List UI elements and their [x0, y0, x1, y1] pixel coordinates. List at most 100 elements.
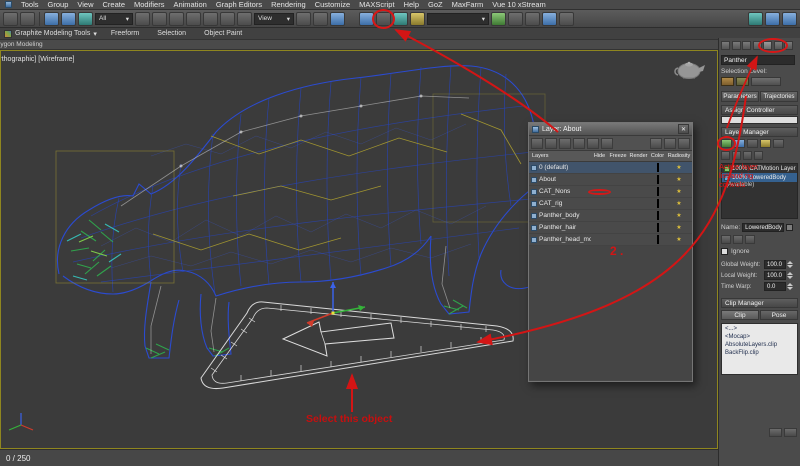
clip-item[interactable]: <...>: [725, 325, 794, 333]
highlight-selected-layer-icon[interactable]: [587, 138, 599, 149]
layer-row[interactable]: About ★: [529, 174, 692, 186]
menu-tools[interactable]: Tools: [21, 0, 39, 9]
global-weight-field[interactable]: 100.0: [764, 260, 786, 269]
hierarchy-tab-icon[interactable]: [742, 41, 751, 50]
col-render[interactable]: Render: [628, 153, 649, 159]
layer-manager-rollout[interactable]: Layer Manager: [721, 127, 798, 137]
extra-tab-icon[interactable]: [784, 41, 793, 50]
unlink-icon[interactable]: [61, 12, 76, 26]
menu-group[interactable]: Group: [48, 0, 69, 9]
redo-icon[interactable]: [20, 12, 35, 26]
assign-controller-rollout[interactable]: Assign Controller: [721, 105, 798, 115]
selection-level-button[interactable]: [751, 77, 781, 86]
menu-graph-editors[interactable]: Graph Editors: [216, 0, 262, 9]
select-link-icon[interactable]: [44, 12, 59, 26]
clip-item[interactable]: <Mocap>: [725, 333, 794, 341]
rel-layer-icon[interactable]: [747, 139, 758, 148]
select-rotate-icon[interactable]: [220, 12, 235, 26]
menu-maxfarm[interactable]: MaxFarm: [452, 0, 484, 9]
catmotion-icon[interactable]: [721, 139, 732, 148]
layer-manager-icon[interactable]: [376, 12, 391, 26]
layer-row[interactable]: CAT_Nons ★: [529, 186, 692, 198]
material-editor-icon[interactable]: [542, 12, 557, 26]
pose-tab[interactable]: Pose: [760, 310, 798, 320]
utilities-tab-icon[interactable]: [774, 41, 783, 50]
object-name-field[interactable]: Panther: [721, 55, 795, 65]
clip-item[interactable]: BackFlip.clip: [725, 349, 794, 357]
display-tab-icon[interactable]: [763, 41, 772, 50]
modify-tab-icon[interactable]: [732, 41, 741, 50]
clip-item[interactable]: AbsoluteLayers.clip: [725, 341, 794, 349]
add-selection-to-layer-icon[interactable]: [559, 138, 571, 149]
selection-level-button[interactable]: [736, 77, 749, 86]
clip-tab[interactable]: Clip: [721, 310, 759, 320]
layer-row[interactable]: Panther_head_mo ★: [529, 234, 692, 246]
radiosity-icon[interactable]: ★: [666, 225, 692, 231]
global-weight-spinner[interactable]: [787, 260, 794, 269]
radiosity-icon[interactable]: ★: [666, 165, 692, 171]
selection-filter-dropdown[interactable]: All▾: [95, 13, 133, 25]
delete-layer-icon[interactable]: [545, 138, 557, 149]
time-warp-field[interactable]: 0.0: [764, 282, 786, 291]
schematic-view-icon[interactable]: [525, 12, 540, 26]
color-swatch[interactable]: [649, 212, 666, 219]
solo-layer-icon[interactable]: [743, 151, 752, 160]
select-object-icon[interactable]: [135, 12, 150, 26]
layer-dialog-titlebar[interactable]: Layer: About ✕: [529, 123, 692, 136]
snap-toggle-icon[interactable]: [330, 12, 345, 26]
open-clip-icon[interactable]: [769, 428, 782, 437]
align-icon[interactable]: [410, 12, 425, 26]
ribbon-title[interactable]: Graphite Modeling Tools ▾: [4, 30, 97, 38]
radiosity-icon[interactable]: ★: [666, 213, 692, 219]
local-weight-spinner[interactable]: [787, 271, 794, 280]
layer-row[interactable]: 0 (default) ★: [529, 162, 692, 174]
select-scale-icon[interactable]: [237, 12, 252, 26]
menu-maxscript[interactable]: MAXScript: [359, 0, 394, 9]
crossing-selection-icon[interactable]: [186, 12, 201, 26]
layer-collapse-icon[interactable]: [745, 235, 755, 244]
parameters-button[interactable]: Parameters: [721, 91, 759, 102]
select-by-name-icon[interactable]: [152, 12, 167, 26]
tab-selection[interactable]: Selection: [153, 30, 190, 37]
color-swatch[interactable]: [649, 164, 666, 171]
paste-icon[interactable]: [664, 138, 676, 149]
new-layer-icon[interactable]: [531, 138, 543, 149]
selection-level-button[interactable]: [721, 77, 734, 86]
hide-all-icon[interactable]: [601, 138, 613, 149]
move-layer-up-icon[interactable]: [721, 151, 730, 160]
radiosity-icon[interactable]: ★: [666, 201, 692, 207]
menu-vue-xstream[interactable]: Vue 10 xStream: [492, 0, 546, 9]
layer-color-swatch[interactable]: [786, 224, 793, 231]
layer-row[interactable]: CAT_rig ★: [529, 198, 692, 210]
radiosity-icon[interactable]: ★: [666, 237, 692, 243]
clip-list[interactable]: <...> <Mocap> AbsoluteLayers.clip BackFl…: [721, 323, 798, 375]
snap-layer-icon[interactable]: [754, 151, 763, 160]
layer-row[interactable]: Panther_hair ★: [529, 222, 692, 234]
save-clip-icon[interactable]: [784, 428, 797, 437]
polygon-modeling-panel[interactable]: Polygon Modeling: [0, 41, 43, 48]
render-production-icon[interactable]: [765, 12, 780, 26]
bind-to-space-warp-icon[interactable]: [78, 12, 93, 26]
trajectories-button[interactable]: Trajectories: [760, 91, 798, 102]
select-move-icon[interactable]: [203, 12, 218, 26]
menu-customize[interactable]: Customize: [315, 0, 350, 9]
col-freeze[interactable]: Freeze: [608, 153, 628, 159]
time-warp-spinner[interactable]: [787, 282, 794, 291]
viewport-label[interactable]: [Orthographic] [Wireframe]: [0, 56, 74, 63]
render-setup-icon[interactable]: [559, 12, 574, 26]
menu-rendering[interactable]: Rendering: [271, 0, 306, 9]
col-layers[interactable]: Layers: [529, 153, 591, 159]
reference-coord-dropdown[interactable]: View▾: [254, 13, 294, 25]
mirror-icon[interactable]: [393, 12, 408, 26]
curve-editor-icon[interactable]: [508, 12, 523, 26]
menu-help[interactable]: Help: [404, 0, 419, 9]
named-selection-sets-combo[interactable]: ▾: [427, 13, 489, 25]
layer-list-item[interactable]: 100% CATMotion Layer: [722, 164, 797, 173]
menu-view[interactable]: View: [77, 0, 93, 9]
ignore-checkbox[interactable]: [721, 248, 728, 255]
layer-row[interactable]: Panther_body ★: [529, 210, 692, 222]
color-swatch[interactable]: [649, 188, 666, 195]
layer-name-field[interactable]: LoweredBody: [742, 223, 784, 232]
col-hide[interactable]: Hide: [591, 153, 608, 159]
color-swatch[interactable]: [649, 176, 666, 183]
